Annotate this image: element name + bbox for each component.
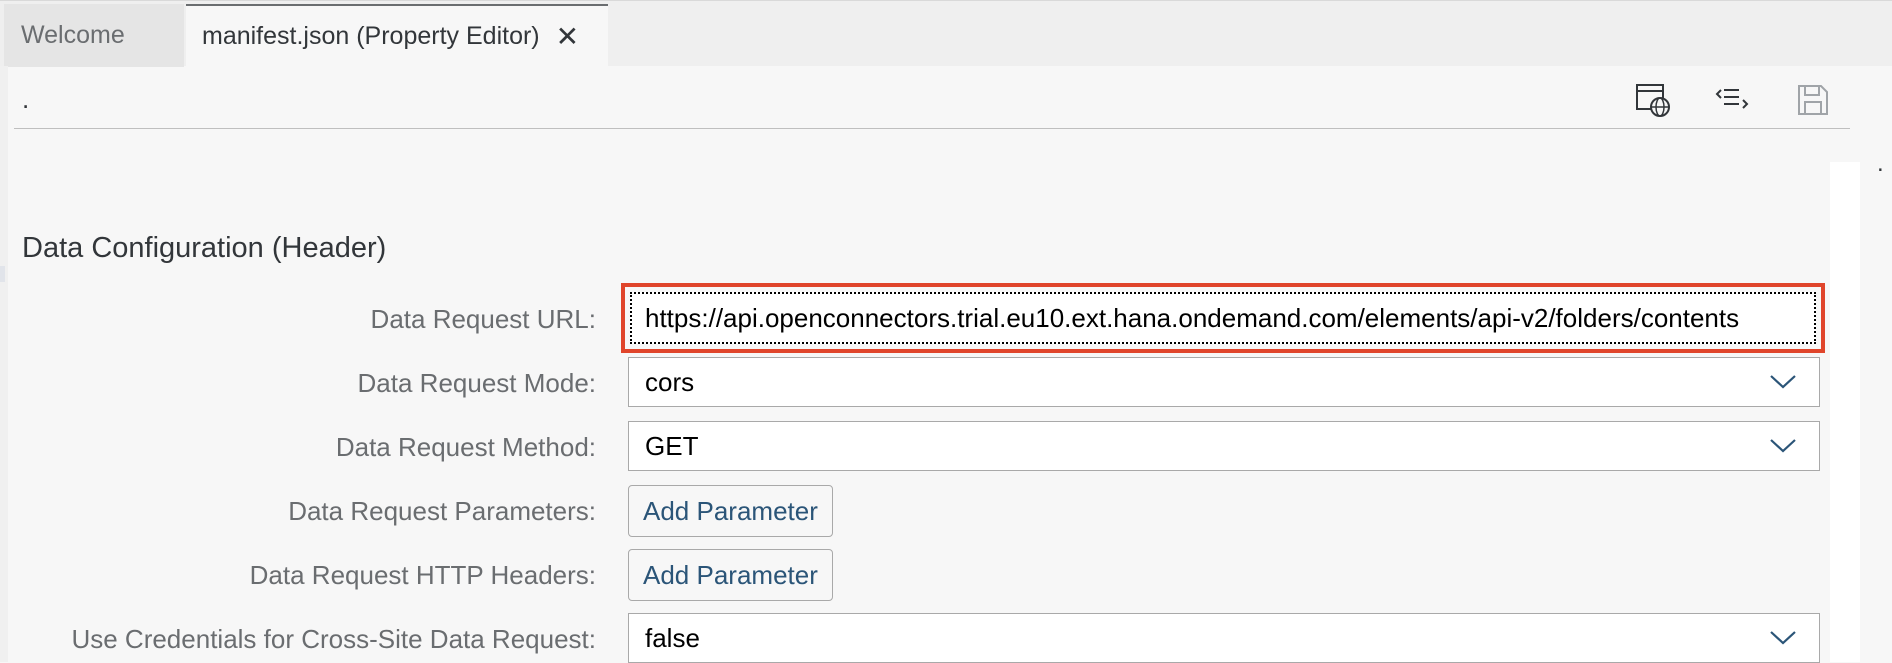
data-request-mode-value: cors — [645, 366, 695, 397]
use-credentials-label: Use Credentials for Cross-Site Data Requ… — [71, 624, 596, 654]
scrollbar-track[interactable] — [1830, 162, 1860, 662]
code-view-icon[interactable] — [1713, 80, 1753, 120]
tab-welcome-label: Welcome — [21, 21, 125, 49]
tab-manifest-label: manifest.json (Property Editor) — [202, 22, 540, 50]
editor-tab-bar: Welcome manifest.json (Property Editor) … — [0, 0, 1892, 67]
data-request-method-value: GET — [645, 430, 699, 461]
use-credentials-value: false — [645, 622, 700, 653]
tab-manifest-property-editor[interactable]: manifest.json (Property Editor) ✕ — [186, 4, 608, 67]
add-header-parameter-button[interactable]: Add Parameter — [628, 549, 833, 601]
data-request-parameters-label: Data Request Parameters: — [288, 496, 596, 526]
data-request-url-label: Data Request URL: — [370, 304, 596, 334]
chevron-down-icon[interactable] — [1769, 438, 1797, 454]
use-credentials-select[interactable]: false — [628, 613, 1820, 663]
chevron-down-icon[interactable] — [1769, 374, 1797, 390]
right-panel-marker: . — [1877, 150, 1884, 177]
section-title: Data Configuration (Header) — [22, 232, 387, 264]
close-icon[interactable]: ✕ — [556, 22, 579, 51]
tab-welcome[interactable]: Welcome — [4, 4, 184, 67]
add-parameter-button[interactable]: Add Parameter — [628, 485, 833, 537]
data-request-mode-select[interactable]: cors — [628, 357, 1820, 407]
save-icon[interactable] — [1793, 80, 1833, 120]
data-request-method-label: Data Request Method: — [335, 432, 596, 462]
data-request-mode-label: Data Request Mode: — [357, 368, 596, 398]
left-panel-edge — [0, 66, 8, 662]
editor-toolbar: . — [14, 66, 1850, 129]
data-request-http-headers-label: Data Request HTTP Headers: — [249, 560, 596, 590]
data-request-method-select[interactable]: GET — [628, 421, 1820, 471]
data-request-url-input[interactable]: https://api.openconnectors.trial.eu10.ex… — [630, 292, 1816, 344]
preview-globe-icon[interactable] — [1633, 80, 1673, 120]
panel-edge-marker — [0, 266, 5, 282]
chevron-down-icon[interactable] — [1769, 630, 1797, 646]
breadcrumb: . — [22, 84, 30, 114]
